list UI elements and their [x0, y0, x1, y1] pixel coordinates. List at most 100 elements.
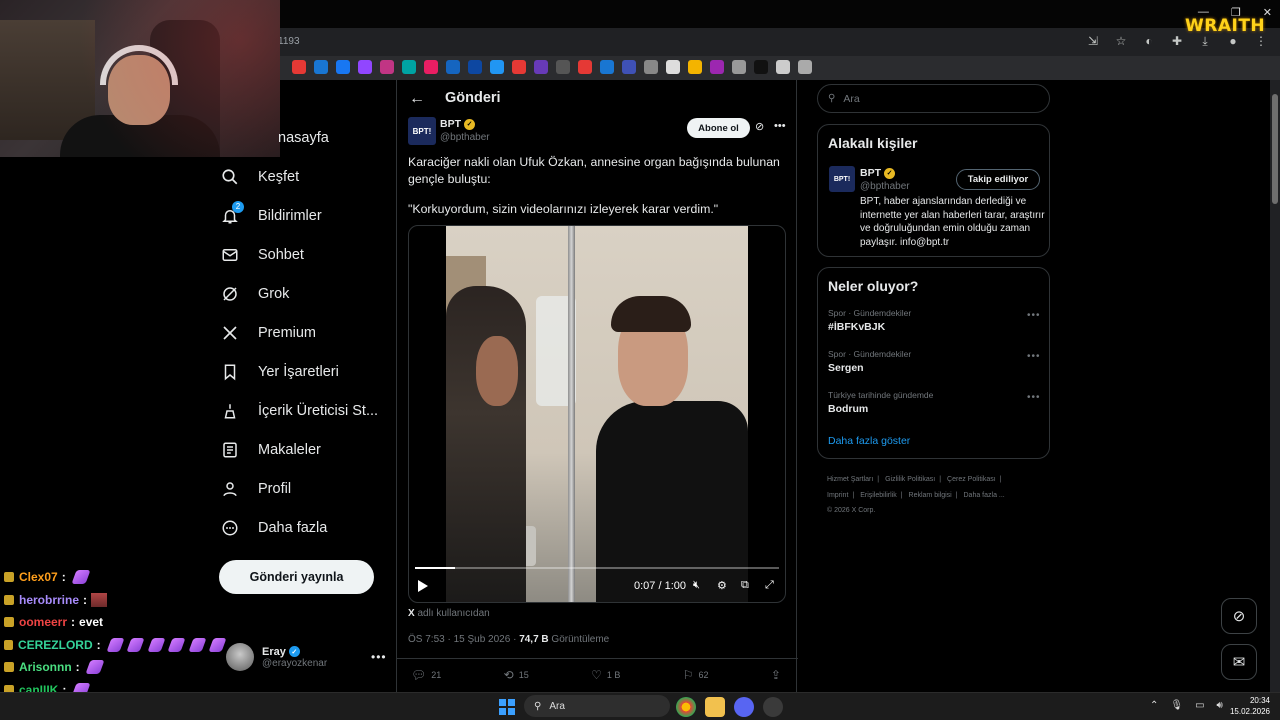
bookmark-favicon-icon[interactable]	[424, 60, 438, 74]
settings-icon[interactable]: ⚙	[717, 579, 727, 592]
windows-start-icon[interactable]	[499, 699, 515, 715]
bookmark-favicon-icon[interactable]	[446, 60, 460, 74]
subscribe-button[interactable]: Abone ol	[687, 118, 750, 138]
tweet-author-avatar[interactable]: BPT!	[408, 117, 436, 145]
account-switcher[interactable]: Eray ✓ @erayozkenar	[226, 643, 327, 671]
nav-item-bookmarks[interactable]: Yer İşaretleri	[220, 357, 339, 387]
trend-more-icon[interactable]: •••	[1027, 310, 1041, 321]
nav-item-grok[interactable]: Grok	[220, 279, 289, 309]
mic-icon[interactable]: 🎙︎	[1170, 700, 1183, 711]
trend-item[interactable]: Türkiye tarihinde gündemde Bodrum	[828, 390, 933, 415]
following-button[interactable]: Takip ediliyor	[956, 169, 1040, 190]
nav-item-creator-studio[interactable]: İçerik Üreticisi St...	[220, 396, 378, 426]
pip-icon[interactable]: ⧉	[741, 579, 749, 592]
bookmark-favicon-icon[interactable]	[622, 60, 636, 74]
footer-link[interactable]: Çerez Politikası	[947, 476, 996, 483]
bookmark-favicon-icon[interactable]	[600, 60, 614, 74]
video-progress-bar[interactable]	[415, 567, 779, 569]
tweet-author-handle[interactable]: @bpthaber	[440, 132, 490, 143]
bookmark-favicon-icon[interactable]	[688, 60, 702, 74]
display-icon[interactable]: ▭	[1195, 700, 1204, 711]
bookmark-favicon-icon[interactable]	[798, 60, 812, 74]
bookmark-favicon-icon[interactable]	[314, 60, 328, 74]
bookmark-favicon-icon[interactable]	[732, 60, 746, 74]
like-button[interactable]: ♡ 1 B	[591, 668, 620, 682]
bookmark-favicon-icon[interactable]	[534, 60, 548, 74]
related-avatar[interactable]: BPT!	[829, 166, 855, 192]
footer-link[interactable]: Gizlilik Politikası	[885, 476, 935, 483]
chevron-up-icon[interactable]: ⌃	[1150, 700, 1158, 711]
nav-item-premium[interactable]: Premium	[220, 318, 316, 348]
grok-explain-icon[interactable]: ⊘	[755, 120, 764, 133]
trend-more-icon[interactable]: •••	[1027, 351, 1041, 362]
download-icon[interactable]: ⤓	[1198, 34, 1212, 48]
mute-icon[interactable]: 🔇︎	[693, 579, 700, 592]
system-clock[interactable]: 20:34 15.02.2026	[1228, 695, 1270, 717]
more-icon[interactable]: •••	[774, 120, 786, 132]
tweet-author-name[interactable]: BPT ✓	[440, 118, 475, 130]
bookmark-favicon-icon[interactable]	[512, 60, 526, 74]
puzzle-icon[interactable]: ✚	[1170, 34, 1184, 48]
bookmark-favicon-icon[interactable]	[468, 60, 482, 74]
source-attribution[interactable]: X adlı kullanıcıdan	[408, 608, 490, 619]
url-text[interactable]: 1193	[278, 36, 300, 47]
profile-icon[interactable]: ●	[1226, 34, 1240, 48]
bookmark-favicon-icon[interactable]	[336, 60, 350, 74]
bookmark-favicon-icon[interactable]	[710, 60, 724, 74]
trend-item[interactable]: Spor · Gündemdekiler Sergen	[828, 349, 911, 374]
repost-button[interactable]: ⟲ 15	[504, 668, 529, 682]
search-input[interactable]: ⚲ Ara	[817, 84, 1050, 113]
app-icon[interactable]	[763, 697, 783, 717]
nav-item-articles[interactable]: Makaleler	[220, 435, 321, 465]
bookmark-favicon-icon[interactable]	[776, 60, 790, 74]
volume-icon[interactable]: 🔊︎	[1217, 700, 1223, 711]
discord-icon[interactable]	[734, 697, 754, 717]
bookmark-favicon-icon[interactable]	[490, 60, 504, 74]
footer-link[interactable]: Erişilebilirlik	[860, 492, 897, 499]
scroll-thumb[interactable]	[1272, 94, 1278, 204]
bookmark-favicon-icon[interactable]	[380, 60, 394, 74]
extension-icon[interactable]: ◐	[1142, 34, 1156, 48]
footer-link[interactable]: Imprint	[827, 492, 848, 499]
menu-icon[interactable]: ⋮	[1254, 34, 1268, 48]
related-name[interactable]: BPT ✓	[860, 167, 895, 179]
show-more-link[interactable]: Daha fazla göster	[828, 435, 910, 447]
nav-item-home[interactable]: nasayfa	[220, 123, 329, 153]
nav-item-explore[interactable]: Keşfet	[220, 162, 299, 192]
bookmark-button[interactable]: ⚐ 62	[683, 668, 709, 682]
bookmark-favicon-icon[interactable]	[666, 60, 680, 74]
trend-more-icon[interactable]: •••	[1027, 392, 1041, 403]
share-button[interactable]: ⇪	[771, 668, 781, 682]
trend-item[interactable]: Spor · Gündemdekiler #İBFKvBJK	[828, 308, 911, 333]
messages-fab-icon[interactable]: ✉	[1221, 644, 1257, 680]
footer-link[interactable]: Reklam bilgisi	[909, 492, 952, 499]
bookmark-favicon-icon[interactable]	[402, 60, 416, 74]
footer-link[interactable]: Daha fazla ...	[964, 492, 1005, 499]
related-handle[interactable]: @bpthaber	[860, 181, 910, 192]
video-player[interactable]: 0:07 / 1:00 🔇︎ ⚙ ⧉ ⤢	[408, 225, 786, 603]
back-arrow-icon[interactable]: ←	[409, 90, 425, 108]
bookmark-favicon-icon[interactable]	[754, 60, 768, 74]
bookmark-favicon-icon[interactable]	[358, 60, 372, 74]
fullscreen-icon[interactable]: ⤢	[765, 579, 774, 592]
nav-item-more[interactable]: Daha fazla	[220, 513, 327, 543]
nav-item-notifications[interactable]: 2 Bildirimler	[220, 201, 322, 231]
grok-fab-icon[interactable]: ⊘	[1221, 598, 1257, 634]
footer-link[interactable]: Hizmet Şartları	[827, 476, 873, 483]
bookmark-favicon-icon[interactable]	[556, 60, 570, 74]
nav-item-profile[interactable]: Profil	[220, 474, 291, 504]
nav-item-chat[interactable]: Sohbet	[220, 240, 304, 270]
reply-button[interactable]: 💬︎ 21	[411, 668, 441, 682]
account-more-icon[interactable]: •••	[371, 650, 387, 664]
chrome-app-icon[interactable]	[676, 697, 696, 717]
taskbar-search[interactable]: ⚲ Ara	[524, 695, 670, 717]
star-icon[interactable]: ☆	[1114, 34, 1128, 48]
bookmark-favicon-icon[interactable]	[292, 60, 306, 74]
install-icon[interactable]: ⇲	[1086, 34, 1100, 48]
bookmark-favicon-icon[interactable]	[578, 60, 592, 74]
play-icon[interactable]	[418, 580, 428, 592]
page-scrollbar[interactable]	[1270, 80, 1280, 692]
bookmark-favicon-icon[interactable]	[644, 60, 658, 74]
post-button[interactable]: Gönderi yayınla	[219, 560, 374, 594]
file-explorer-icon[interactable]	[705, 697, 725, 717]
